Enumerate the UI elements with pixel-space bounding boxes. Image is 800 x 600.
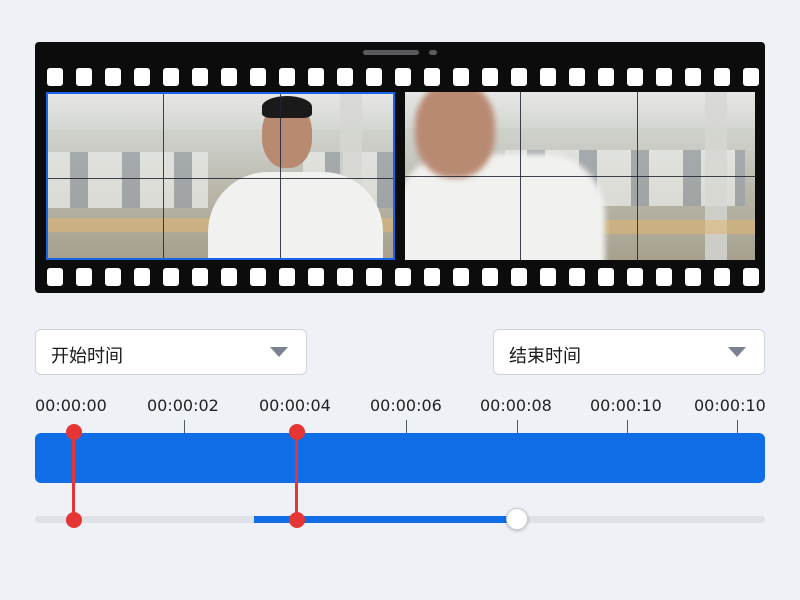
start-time-dropdown[interactable]: 开始时间 [35, 329, 307, 375]
sprocket-hole [424, 268, 440, 286]
sprocket-holes-bottom [35, 268, 765, 286]
sprocket-hole [134, 68, 150, 86]
sprocket-hole [192, 68, 208, 86]
sprocket-hole [279, 68, 295, 86]
sprocket-hole [308, 268, 324, 286]
sprocket-hole [192, 268, 208, 286]
sprocket-hole [366, 268, 382, 286]
sprocket-hole [424, 68, 440, 86]
sprocket-hole [714, 68, 730, 86]
tick-label: 00:00:10 [694, 396, 766, 415]
sprocket-hole [395, 68, 411, 86]
start-time-label: 开始时间 [51, 346, 123, 367]
sprocket-hole [743, 268, 759, 286]
sprocket-hole [308, 68, 324, 86]
ruler-tick [406, 420, 407, 434]
sprocket-hole [76, 68, 92, 86]
tick-label: 00:00:04 [259, 396, 331, 415]
sprocket-hole [250, 268, 266, 286]
ruler-tick [627, 420, 628, 434]
sprocket-hole [685, 68, 701, 86]
end-time-dropdown[interactable]: 结束时间 [493, 329, 765, 375]
sprocket-hole [511, 68, 527, 86]
wall-display [48, 152, 208, 208]
sprocket-hole [105, 68, 121, 86]
sprocket-hole [743, 68, 759, 86]
chevron-down-icon [728, 347, 746, 357]
sprocket-hole [76, 268, 92, 286]
person-head [415, 92, 495, 178]
sprocket-hole [250, 68, 266, 86]
sprocket-hole [366, 68, 382, 86]
sprocket-hole [627, 68, 643, 86]
sprocket-hole [598, 68, 614, 86]
sprocket-hole [569, 68, 585, 86]
sprocket-hole [714, 268, 730, 286]
sprocket-hole [221, 268, 237, 286]
person-hair [262, 96, 312, 118]
sprocket-hole [656, 268, 672, 286]
sprocket-hole [598, 268, 614, 286]
strip-handle [363, 50, 419, 55]
sprocket-hole [511, 268, 527, 286]
timeline-track[interactable] [35, 433, 765, 483]
sprocket-hole [395, 268, 411, 286]
sprocket-hole [47, 68, 63, 86]
tick-label: 00:00:10 [590, 396, 662, 415]
ruler-tick [737, 420, 738, 434]
sprocket-hole [47, 268, 63, 286]
sprocket-hole [453, 268, 469, 286]
sprocket-hole [656, 68, 672, 86]
end-marker-handle-top[interactable] [289, 424, 305, 440]
video-frame-selected[interactable] [46, 92, 395, 260]
start-marker-handle-bottom[interactable] [66, 512, 82, 528]
progress-slider-thumb[interactable] [505, 508, 528, 530]
end-marker-line[interactable] [295, 431, 298, 521]
start-marker-line[interactable] [72, 431, 75, 521]
start-marker-handle-top[interactable] [66, 424, 82, 440]
film-strip [35, 42, 765, 293]
sprocket-hole [482, 268, 498, 286]
tick-label: 00:00:00 [35, 396, 107, 415]
sprocket-hole [337, 68, 353, 86]
tick-label: 00:00:08 [480, 396, 552, 415]
person-shirt [208, 172, 383, 258]
sprocket-hole [453, 68, 469, 86]
sprocket-hole [540, 68, 556, 86]
sprocket-hole [482, 68, 498, 86]
pillar [705, 92, 727, 260]
video-frame[interactable] [405, 92, 755, 260]
sprocket-hole [540, 268, 556, 286]
sprocket-holes-top [35, 68, 765, 86]
ruler-tick [517, 420, 518, 434]
end-marker-handle-bottom[interactable] [289, 512, 305, 528]
sprocket-hole [627, 268, 643, 286]
sprocket-hole [163, 68, 179, 86]
tick-label: 00:00:02 [147, 396, 219, 415]
ruler-tick [184, 420, 185, 434]
sprocket-hole [134, 268, 150, 286]
tick-label: 00:00:06 [370, 396, 442, 415]
sprocket-hole [685, 268, 701, 286]
sprocket-hole [569, 268, 585, 286]
end-time-label: 结束时间 [509, 346, 581, 367]
chevron-down-icon [270, 347, 288, 357]
sprocket-hole [279, 268, 295, 286]
sprocket-hole [337, 268, 353, 286]
strip-handle-dot [429, 50, 437, 55]
sprocket-hole [105, 268, 121, 286]
sprocket-hole [221, 68, 237, 86]
sprocket-hole [163, 268, 179, 286]
